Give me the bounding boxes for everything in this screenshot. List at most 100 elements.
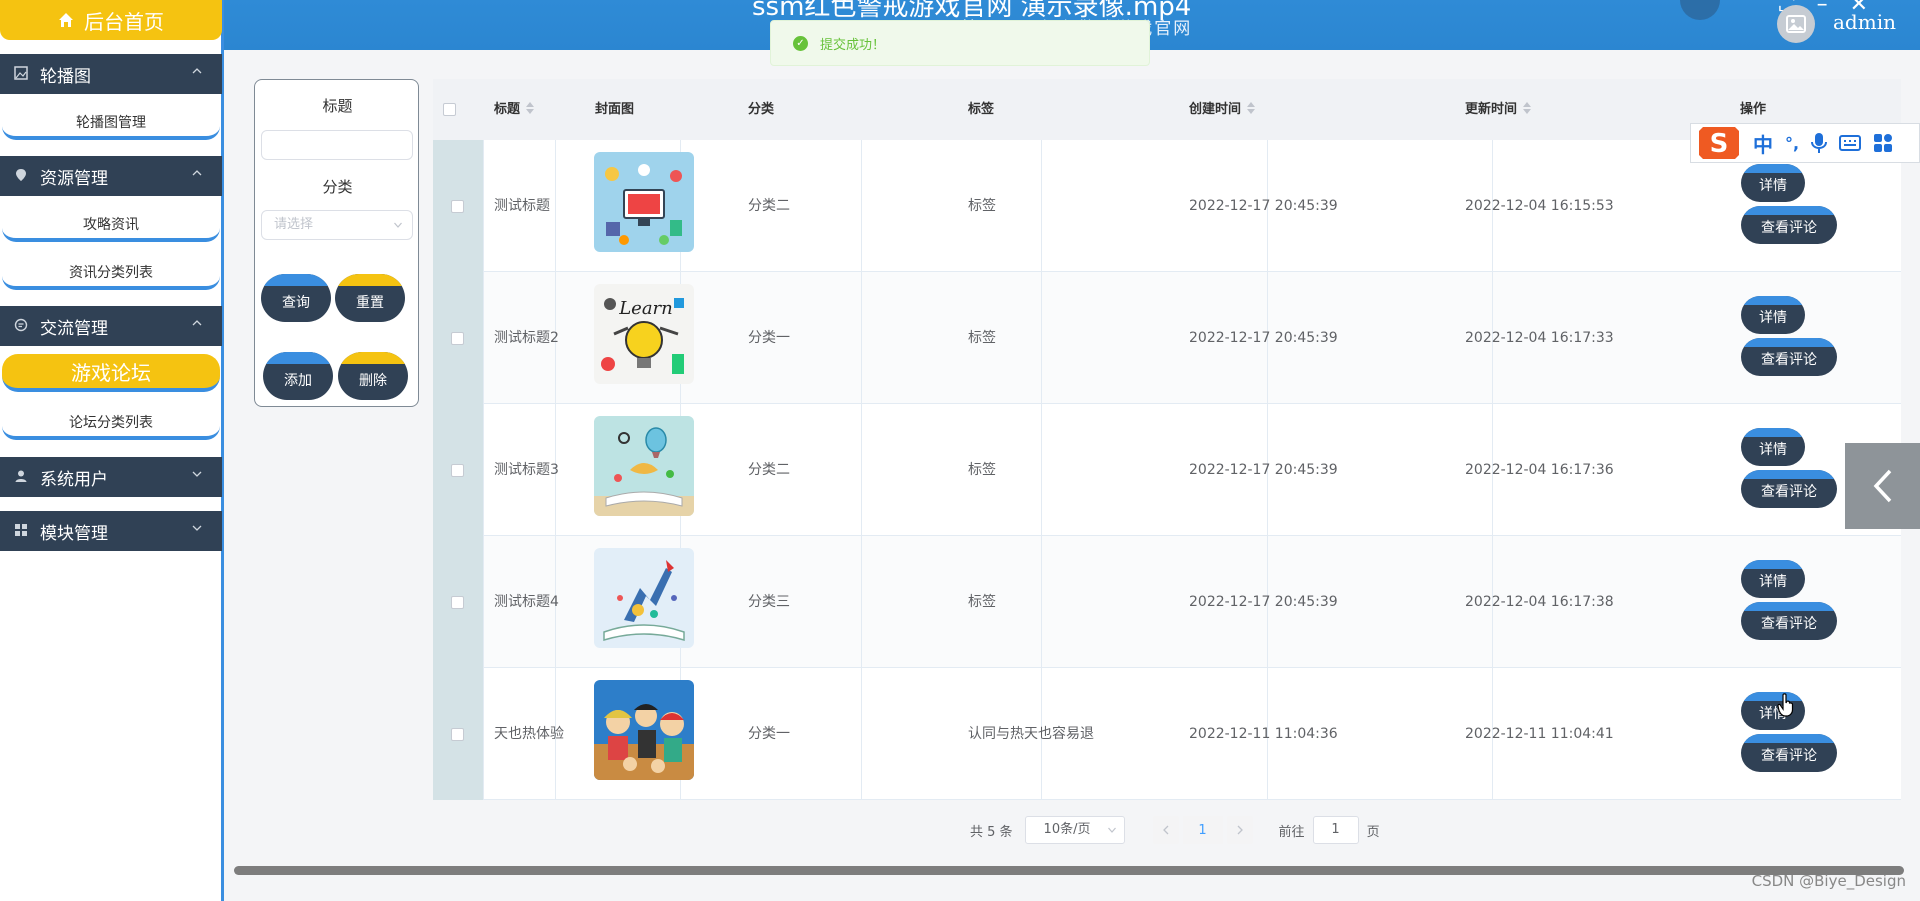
add-button[interactable]: 添加 — [263, 352, 333, 400]
page-number-button[interactable]: 1 — [1182, 816, 1223, 844]
table-row[interactable]: 测试标题4 分类三 标签 2022-12-17 20:45:39 2022-12-04 … — [433, 536, 1901, 668]
admin-username[interactable]: admin — [1833, 10, 1896, 34]
column-divider — [483, 668, 484, 800]
row-checkbox[interactable] — [451, 332, 464, 345]
query-button[interactable]: 查询 — [261, 274, 331, 322]
menu-group-carousel[interactable]: 轮播图 — [0, 54, 222, 94]
title-input[interactable] — [261, 130, 413, 160]
view-comments-button[interactable]: 查看评论 — [1741, 470, 1837, 508]
table-row[interactable]: 测试标题 分类二 标签 2022-12-17 20:45:39 2022-12-04 1… — [433, 140, 1901, 272]
cell-updated-time: 2022-12-04 16:15:53 — [1465, 198, 1614, 214]
menu-group-label: 系统用户 — [40, 469, 108, 490]
table-row[interactable]: 天也热体验 分类一 认同与热天也容易退 2022-12-11 11:04:36 2022… — [433, 668, 1901, 800]
sidebar-item-guides[interactable]: 攻略资讯 — [2, 208, 220, 242]
table-row[interactable]: 测试标题2 Learn 分类一 标签 2022-12-17 20:45:39 2022-1… — [433, 272, 1901, 404]
menu-group-community[interactable]: 交流管理 — [0, 306, 222, 346]
column-divider — [555, 140, 556, 272]
goto-page-input[interactable]: 1 — [1312, 816, 1359, 844]
sidebar: 后台首页 轮播图 轮播图管理 资源管理 攻略资讯 资讯分类列表 交流管理 游戏论… — [0, 0, 224, 901]
cell-category: 分类三 — [748, 594, 790, 610]
column-divider — [861, 272, 862, 404]
grid-icon — [14, 523, 30, 539]
detail-button[interactable]: 详情 — [1741, 692, 1805, 730]
collapse-panel-button[interactable] — [1845, 443, 1920, 529]
column-header-title[interactable]: 标题 — [494, 79, 535, 140]
table-row[interactable]: 测试标题3 分类二 标签 2022-12-17 20:45:39 2022-12-04 … — [433, 404, 1901, 536]
avatar[interactable] — [1777, 5, 1815, 43]
prev-page-button[interactable] — [1152, 816, 1179, 844]
detail-button[interactable]: 详情 — [1741, 428, 1805, 466]
keyboard-icon[interactable] — [1839, 134, 1862, 152]
detail-button[interactable]: 详情 — [1741, 164, 1805, 202]
cell-title: 测试标题4 — [494, 594, 559, 610]
row-checkbox[interactable] — [451, 728, 464, 741]
delete-button[interactable]: 删除 — [338, 352, 408, 400]
column-divider — [483, 404, 484, 536]
column-divider — [861, 536, 862, 668]
sidebar-item-forum-categories[interactable]: 论坛分类列表 — [2, 406, 220, 440]
view-comments-button[interactable]: 查看评论 — [1741, 338, 1837, 376]
chevron-down-icon — [394, 222, 402, 228]
pagination-total: 共 5 条 — [970, 824, 1013, 840]
sogou-logo-icon[interactable]: S — [1697, 123, 1741, 163]
column-divider — [483, 536, 484, 668]
sidebar-item-news-categories[interactable]: 资讯分类列表 — [2, 256, 220, 290]
cell-category: 分类二 — [748, 198, 790, 214]
toolbox-grid-icon[interactable] — [1873, 133, 1893, 153]
cover-image[interactable]: Learn — [594, 284, 694, 384]
row-checkbox[interactable] — [451, 200, 464, 213]
cell-created-time: 2022-12-11 11:04:36 — [1189, 726, 1338, 742]
user-icon — [14, 469, 30, 485]
microphone-icon[interactable] — [1811, 132, 1828, 154]
home-menu-item[interactable]: 后台首页 — [0, 0, 222, 40]
cell-tag: 标签 — [968, 198, 996, 214]
row-checkbox[interactable] — [451, 464, 464, 477]
menu-group-modules[interactable]: 模块管理 — [0, 511, 222, 551]
ime-language-toggle[interactable]: 中 — [1753, 129, 1773, 158]
category-select[interactable]: 请选择 — [261, 210, 413, 240]
column-divider — [861, 404, 862, 536]
menu-group-system-users[interactable]: 系统用户 — [0, 457, 222, 497]
detail-button[interactable]: 详情 — [1741, 560, 1805, 598]
column-divider — [1041, 536, 1042, 668]
column-header-created[interactable]: 创建时间 — [1189, 79, 1256, 140]
cover-image[interactable] — [594, 416, 694, 516]
cell-tag: 标签 — [968, 594, 996, 610]
cell-title: 测试标题3 — [494, 462, 559, 478]
view-comments-button[interactable]: 查看评论 — [1741, 206, 1837, 244]
sidebar-item-carousel-manage[interactable]: 轮播图管理 — [2, 106, 220, 140]
detail-button[interactable]: 详情 — [1741, 296, 1805, 334]
ime-punctuation-toggle[interactable]: °, — [1785, 134, 1799, 153]
column-header-cover: 封面图 — [595, 102, 635, 117]
chevron-down-icon — [192, 471, 202, 477]
cell-created-time: 2022-12-17 20:45:39 — [1189, 198, 1338, 214]
next-page-button[interactable] — [1226, 816, 1253, 844]
title-label: 标题 — [322, 97, 353, 115]
column-header-updated[interactable]: 更新时间 — [1465, 79, 1532, 140]
cover-image[interactable] — [594, 152, 694, 252]
menu-group-resources[interactable]: 资源管理 — [0, 156, 222, 196]
sort-icon[interactable] — [1523, 101, 1532, 114]
top-circle-button[interactable] — [1680, 0, 1720, 20]
toast-message: 提交成功！ — [820, 37, 886, 53]
reset-button[interactable]: 重置 — [335, 274, 405, 322]
view-comments-button[interactable]: 查看评论 — [1741, 602, 1837, 640]
cover-image[interactable] — [594, 680, 694, 780]
cover-image[interactable] — [594, 548, 694, 648]
home-icon — [59, 13, 73, 27]
cell-category: 分类一 — [748, 726, 790, 742]
page-size-select[interactable]: 10条/页 — [1024, 816, 1125, 844]
cell-tag: 认同与热天也容易退 — [968, 726, 1094, 742]
view-comments-button[interactable]: 查看评论 — [1741, 734, 1837, 772]
cell-updated-time: 2022-12-04 16:17:36 — [1465, 462, 1614, 478]
sort-icon[interactable] — [526, 101, 535, 114]
row-checkbox[interactable] — [451, 596, 464, 609]
pagination: 共 5 条 10条/页 1 前往 1 页 — [970, 815, 1380, 845]
select-all-checkbox[interactable] — [443, 103, 456, 116]
chevron-down-icon — [192, 525, 202, 531]
chevron-up-icon — [192, 170, 202, 176]
sort-icon[interactable] — [1247, 101, 1256, 114]
sidebar-item-game-forum[interactable]: 游戏论坛 — [2, 354, 220, 392]
horizontal-scrollbar[interactable] — [234, 866, 1904, 875]
goto-prefix: 前往 — [1278, 824, 1305, 840]
